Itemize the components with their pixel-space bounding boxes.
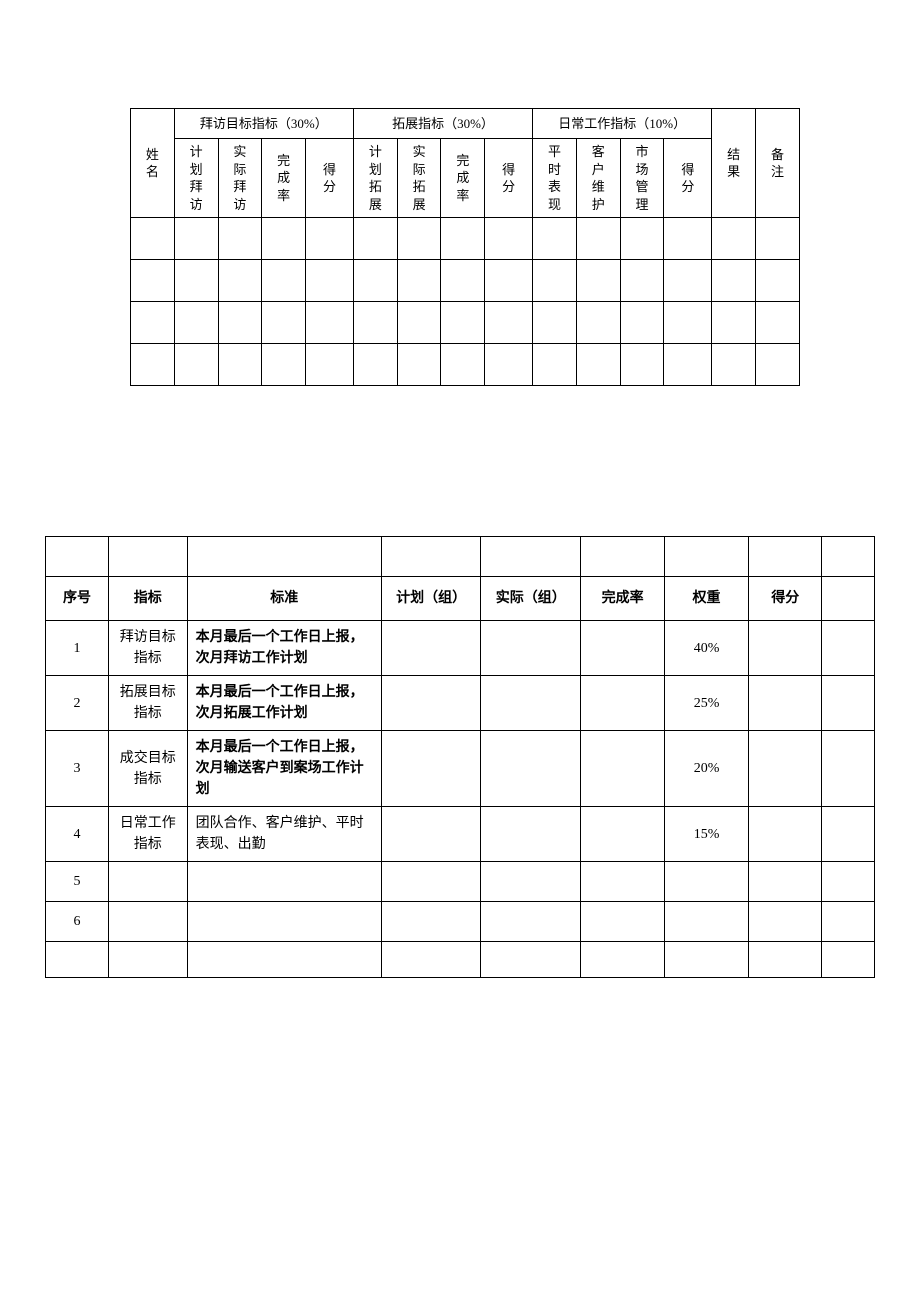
col-name: 姓名 [131,109,175,218]
table-row [131,302,800,344]
sub-header: 实际拜访 [218,139,262,218]
cell-score [749,731,822,807]
sub-header: 市场管理 [620,139,664,218]
table-row: 6 [46,902,875,942]
cell-blank [822,621,875,676]
cell-indicator: 拓展目标指标 [108,676,187,731]
col-score: 得分 [749,577,822,621]
cell-standard: 本月最后一个工作日上报，次月拓展工作计划 [187,676,381,731]
group-expand: 拓展指标（30%） [353,109,532,139]
cell-score [749,902,822,942]
cell-actual [481,807,581,862]
cell-no: 1 [46,621,109,676]
table-row: 计划拜访 实际拜访 完成率 得分 计划拓展 实际拓展 完成率 得分 平时表现 客… [131,139,800,218]
col-blank [822,577,875,621]
cell-standard: 本月最后一个工作日上报，次月拜访工作计划 [187,621,381,676]
cell-actual [481,731,581,807]
cell-actual [481,862,581,902]
cell-plan [381,862,481,902]
cell-indicator: 成交目标指标 [108,731,187,807]
sub-header: 平时表现 [533,139,577,218]
col-indicator: 指标 [108,577,187,621]
cell-indicator: 拜访目标指标 [108,621,187,676]
sub-header: 实际拓展 [397,139,441,218]
cell-blank [822,731,875,807]
cell-actual [481,676,581,731]
cell-weight: 40% [665,621,749,676]
col-weight: 权重 [665,577,749,621]
cell-weight: 20% [665,731,749,807]
col-plan: 计划（组） [381,577,481,621]
table-row: 4 日常工作指标 团队合作、客户维护、平时表现、出勤 15% [46,807,875,862]
table-row: 3 成交目标指标 本月最后一个工作日上报，次月输送客户到案场工作计划 20% [46,731,875,807]
cell-standard [187,902,381,942]
cell-no: 5 [46,862,109,902]
table-row [131,260,800,302]
cell-standard [187,862,381,902]
sub-header: 客户维护 [576,139,620,218]
cell-blank [822,807,875,862]
sub-header: 得分 [485,139,533,218]
cell-blank [822,676,875,731]
cell-score [749,807,822,862]
cell-plan [381,902,481,942]
cell-indicator: 日常工作指标 [108,807,187,862]
cell-rate [581,862,665,902]
evaluation-table-1: 姓名 拜访目标指标（30%） 拓展指标（30%） 日常工作指标（10%） 结果 … [130,108,800,386]
cell-no: 4 [46,807,109,862]
table-row [131,344,800,386]
cell-score [749,676,822,731]
cell-plan [381,807,481,862]
col-remark: 备注 [756,109,800,218]
cell-blank [822,862,875,902]
cell-blank [822,902,875,942]
cell-weight [665,862,749,902]
sub-header: 得分 [306,139,354,218]
table-row [131,218,800,260]
cell-actual [481,902,581,942]
col-result: 结果 [712,109,756,218]
cell-score [749,621,822,676]
cell-indicator [108,862,187,902]
cell-rate [581,902,665,942]
cell-plan [381,676,481,731]
cell-standard: 本月最后一个工作日上报，次月输送客户到案场工作计划 [187,731,381,807]
group-daily: 日常工作指标（10%） [533,109,712,139]
cell-standard: 团队合作、客户维护、平时表现、出勤 [187,807,381,862]
group-visit: 拜访目标指标（30%） [174,109,353,139]
table-row: 2 拓展目标指标 本月最后一个工作日上报，次月拓展工作计划 25% [46,676,875,731]
table-row [46,942,875,978]
sub-header: 计划拜访 [174,139,218,218]
sub-header: 计划拓展 [353,139,397,218]
cell-actual [481,621,581,676]
table-header-row: 序号 指标 标准 计划（组） 实际（组） 完成率 权重 得分 [46,577,875,621]
col-actual: 实际（组） [481,577,581,621]
cell-no: 3 [46,731,109,807]
cell-rate [581,731,665,807]
cell-rate [581,676,665,731]
cell-rate [581,621,665,676]
table-row [46,537,875,577]
cell-weight: 25% [665,676,749,731]
sub-header: 得分 [664,139,712,218]
col-rate: 完成率 [581,577,665,621]
cell-indicator [108,902,187,942]
cell-weight: 15% [665,807,749,862]
sub-header: 完成率 [262,139,306,218]
cell-plan [381,731,481,807]
table-row: 姓名 拜访目标指标（30%） 拓展指标（30%） 日常工作指标（10%） 结果 … [131,109,800,139]
cell-no: 6 [46,902,109,942]
cell-plan [381,621,481,676]
cell-score [749,862,822,902]
cell-weight [665,902,749,942]
table-row: 5 [46,862,875,902]
col-no: 序号 [46,577,109,621]
evaluation-table-2: 序号 指标 标准 计划（组） 实际（组） 完成率 权重 得分 1 拜访目标指标 … [45,536,875,978]
cell-rate [581,807,665,862]
sub-header: 完成率 [441,139,485,218]
col-standard: 标准 [187,577,381,621]
cell-no: 2 [46,676,109,731]
table-row: 1 拜访目标指标 本月最后一个工作日上报，次月拜访工作计划 40% [46,621,875,676]
